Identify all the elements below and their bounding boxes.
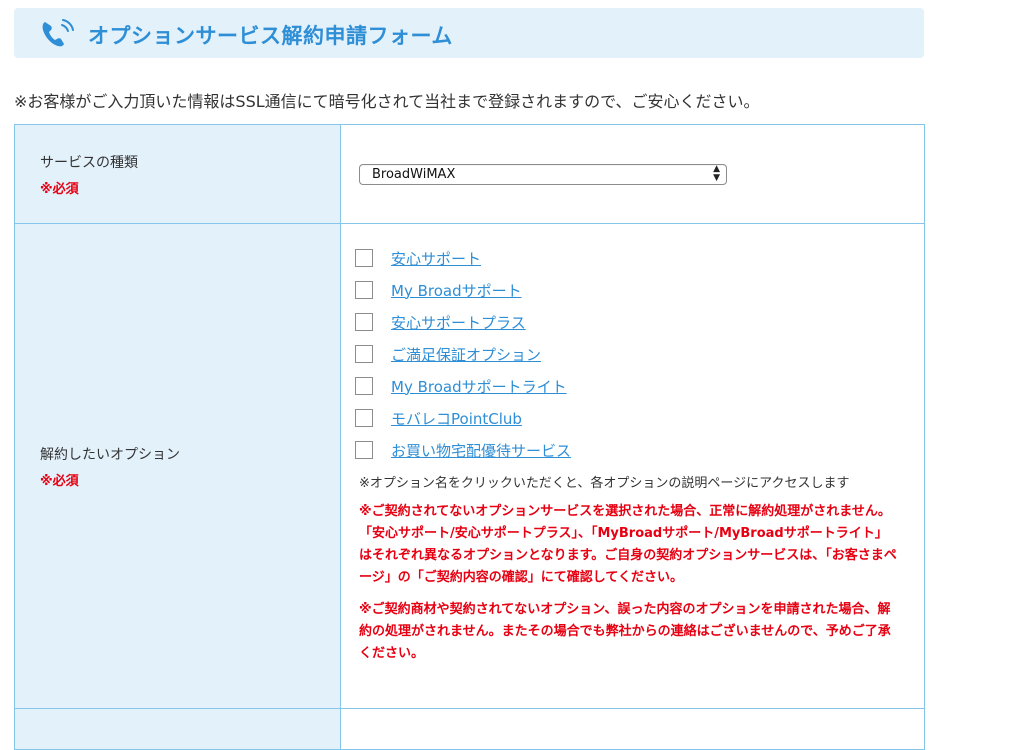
option-item: 安心サポートプラス (353, 306, 924, 338)
options-value-cell: 安心サポート My Broadサポート 安心サポートプラス ご満足保証オプション… (340, 223, 925, 709)
option-link[interactable]: お買い物宅配優待サービス (391, 440, 571, 461)
option-link[interactable]: 安心サポート (391, 248, 481, 269)
select-arrows-icon: ▲ ▼ (713, 164, 720, 183)
option-link[interactable]: My Broadサポート (391, 280, 522, 301)
option-checkbox[interactable] (355, 377, 373, 395)
next-label-cell (14, 708, 341, 750)
option-hint: ※オプション名をクリックいただくと、各オプションの説明ページにアクセスします (359, 476, 850, 491)
option-item: お買い物宅配優待サービス (353, 434, 924, 466)
option-link[interactable]: モバレコPointClub (391, 408, 522, 429)
form-row-service: サービスの種類 ※必須 BroadWiMAX ▲ ▼ (14, 124, 925, 224)
ssl-notice: ※お客様がご入力頂いた情報はSSL通信にて暗号化されて当社まで登録されますので、… (14, 92, 760, 111)
warning-invalid-request: ※ご契約商材や契約されてないオプション、誤った内容のオプションを申請された場合、… (359, 602, 891, 661)
option-checkbox[interactable] (355, 441, 373, 459)
option-item: My Broadサポートライト (353, 370, 924, 402)
option-item: 安心サポート (353, 242, 924, 274)
phone-icon (42, 19, 74, 47)
cancellation-form: サービスの種類 ※必須 BroadWiMAX ▲ ▼ 解約したいオプション ※必須… (14, 124, 925, 750)
form-row-options: 解約したいオプション ※必須 安心サポート My Broadサポート 安心サポー… (14, 223, 925, 709)
options-label: 解約したいオプション (40, 446, 180, 463)
option-checkbox[interactable] (355, 409, 373, 427)
option-item: ご満足保証オプション (353, 338, 924, 370)
next-value-cell (340, 708, 925, 750)
service-required-badge: ※必須 (40, 181, 79, 197)
form-title-bar: オプションサービス解約申請フォーム (14, 8, 924, 58)
option-checkbox[interactable] (355, 249, 373, 267)
form-row-next (14, 708, 925, 750)
service-select-value: BroadWiMAX (372, 166, 456, 182)
option-checkbox[interactable] (355, 345, 373, 363)
service-label-cell: サービスの種類 ※必須 (14, 124, 341, 224)
option-item: My Broadサポート (353, 274, 924, 306)
option-item: モバレコPointClub (353, 402, 924, 434)
service-label: サービスの種類 (40, 154, 138, 171)
page-title: オプションサービス解約申請フォーム (88, 24, 453, 48)
options-required-badge: ※必須 (40, 473, 79, 489)
options-label-cell: 解約したいオプション ※必須 (14, 223, 341, 709)
service-select[interactable]: BroadWiMAX ▲ ▼ (359, 163, 727, 185)
option-link[interactable]: My Broadサポートライト (391, 376, 567, 397)
warning-distinct-options: 「安心サポート/安心サポートプラス」、「MyBroadサポート/MyBroadサ… (359, 526, 897, 585)
option-checkbox[interactable] (355, 281, 373, 299)
option-link[interactable]: ご満足保証オプション (391, 344, 541, 365)
option-link[interactable]: 安心サポートプラス (391, 312, 526, 333)
warning-unsubscribed: ※ご契約されてないオプションサービスを選択された場合、正常に解約処理がされません… (359, 504, 891, 519)
service-value-cell: BroadWiMAX ▲ ▼ (340, 124, 925, 224)
option-checkbox[interactable] (355, 313, 373, 331)
